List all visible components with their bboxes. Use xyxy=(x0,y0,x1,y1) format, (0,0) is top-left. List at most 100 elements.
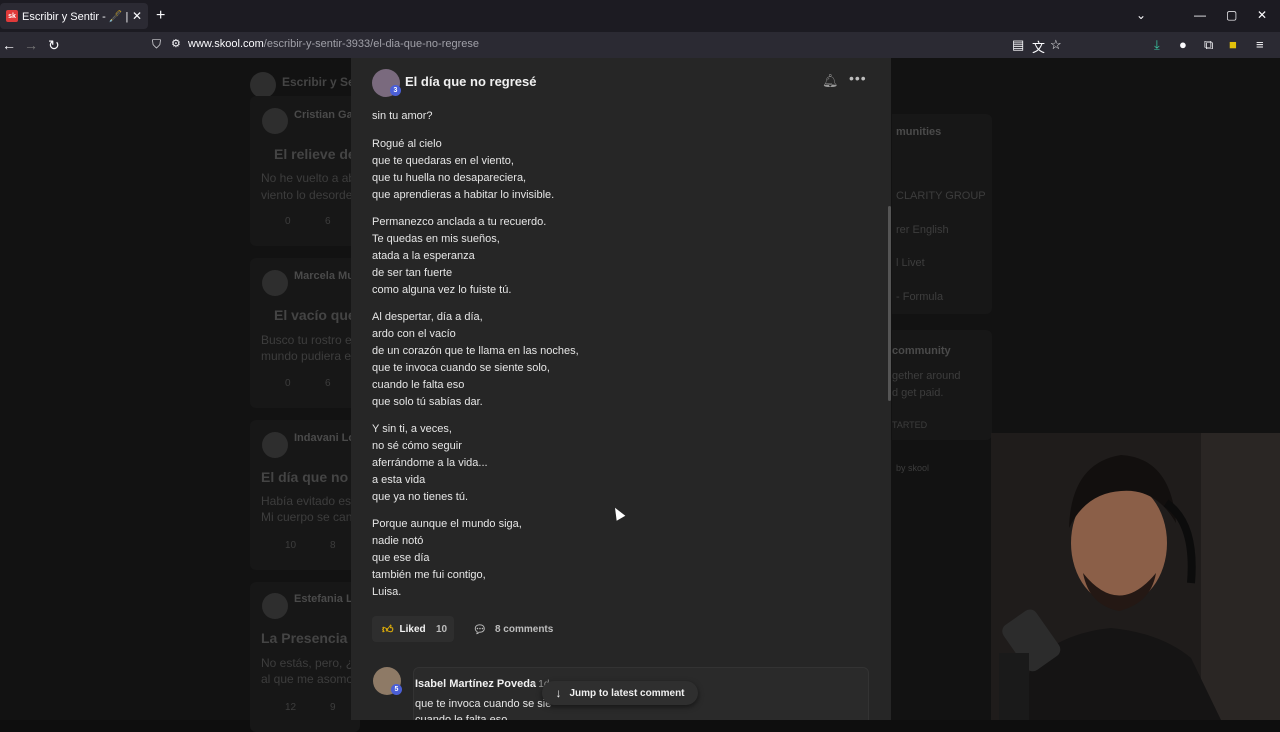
url-path: /escribir-y-sentir-3933/el-dia-que-no-re… xyxy=(263,38,479,50)
community-text: d get paid. xyxy=(892,387,944,399)
skool-favicon-icon: sk xyxy=(6,10,18,22)
poem-line: a esta vida xyxy=(372,474,426,486)
post-header: 3 El día que no regresé 🔔︎ ••• xyxy=(351,58,891,106)
account-icon[interactable]: ● xyxy=(1179,37,1187,52)
avatar xyxy=(262,270,288,296)
avatar xyxy=(262,432,288,458)
post-author: Estefania Lo xyxy=(294,593,360,605)
level-badge: 5 xyxy=(391,684,402,695)
group-logo xyxy=(250,72,276,98)
poem-line: Rogué al cielo xyxy=(372,138,442,150)
post-excerpt: Había evitado esc xyxy=(261,494,358,508)
jump-to-latest-button[interactable]: ↓ Jump to latest comment xyxy=(542,681,698,705)
comments-link[interactable]: 💬︎ 8 comments xyxy=(473,623,553,636)
comment-icon: 💬︎ xyxy=(473,624,487,636)
post-likes: 12 xyxy=(285,702,297,713)
reader-view-icon[interactable]: ▤ xyxy=(1012,37,1024,53)
avatar xyxy=(262,593,288,619)
reload-icon[interactable]: ↻ xyxy=(48,37,60,54)
get-started-button: TARTED xyxy=(892,420,928,430)
poem-line: también me fui contigo, xyxy=(372,569,486,581)
post-title: La Presencia d xyxy=(261,630,360,646)
jump-label: Jump to latest comment xyxy=(569,687,685,699)
poem-line: que solo tú sabías dar. xyxy=(372,396,483,408)
post-excerpt: viento lo desorder xyxy=(261,188,357,202)
translate-icon[interactable]: 文 xyxy=(1032,37,1045,56)
arrow-down-icon: ↓ xyxy=(555,686,562,700)
bell-icon[interactable]: 🔔︎ xyxy=(822,73,839,89)
post-likes: 0 xyxy=(285,216,291,227)
poem-line: Porque aunque el mundo siga, xyxy=(372,518,522,530)
post-excerpt: Mi cuerpo se cans xyxy=(261,510,359,524)
tune-icon[interactable]: ⚙ xyxy=(171,37,181,50)
menu-icon[interactable]: ≡ xyxy=(1256,37,1264,52)
scrollbar[interactable] xyxy=(888,206,891,401)
list-tabs-icon[interactable]: ⌄ xyxy=(1136,8,1146,22)
new-tab-icon[interactable]: + xyxy=(156,7,165,25)
poem-line: sin tu amor? xyxy=(372,110,433,122)
poem-line: Luisa. xyxy=(372,586,402,598)
webcam-overlay xyxy=(991,433,1280,720)
maximize-icon[interactable]: ▢ xyxy=(1226,8,1237,22)
shield-icon[interactable]: ⛉ xyxy=(152,37,161,52)
poem-line: de un corazón que te llama en las noches… xyxy=(372,345,579,357)
like-label: Liked xyxy=(399,623,426,635)
post-excerpt: mundo pudiera en xyxy=(261,349,358,363)
community-header: community xyxy=(892,345,951,357)
comment-line: que te invoca cuando se sie xyxy=(415,698,552,710)
poem-line: que te invoca cuando se siente solo, xyxy=(372,362,550,374)
forward-icon[interactable]: → xyxy=(24,37,38,53)
poem-line: no sé cómo seguir xyxy=(372,440,462,452)
post-excerpt: al que me asomo xyxy=(261,672,354,686)
more-options-icon[interactable]: ••• xyxy=(849,70,867,86)
group-name: Escribir y Se xyxy=(282,75,355,89)
url-field[interactable]: www.skool.com/escribir-y-sentir-3933/el-… xyxy=(188,38,479,50)
minimize-icon[interactable]: — xyxy=(1194,8,1206,22)
poem-line: cuando le falta eso xyxy=(372,379,465,391)
avatar xyxy=(262,108,288,134)
level-badge: 3 xyxy=(390,85,401,96)
post-excerpt: No estás, pero, ¿y xyxy=(261,656,360,670)
close-tab-icon[interactable]: ✕ xyxy=(132,9,142,23)
download-icon[interactable]: ⤓ xyxy=(1154,37,1160,53)
post-comments: 6 xyxy=(325,378,331,389)
tab-bar: sk Escribir y Sentir - 🖋️ | Dinámica ✕ +… xyxy=(0,0,1280,32)
post-title: El vacío que xyxy=(274,307,356,323)
comment-line: cuando le falta eso xyxy=(415,714,508,720)
poem-line: que te quedaras en el viento, xyxy=(372,155,514,167)
sidebar-communities xyxy=(892,114,992,314)
poem-line: de ser tan fuerte xyxy=(372,267,453,279)
sidebar-item: l Livet xyxy=(896,257,925,269)
comment-text: que te invoca cuando se sie cuando le fa… xyxy=(415,696,551,720)
poem-line: Te quedas en mis sueños, xyxy=(372,233,500,245)
sidebar-item: rer English xyxy=(896,224,949,236)
presenter-video xyxy=(991,433,1280,720)
poem-line: como alguna vez lo fuiste tú. xyxy=(372,284,512,296)
post-comments: 6 xyxy=(325,216,331,227)
nav-bar: ← → ↻ ⛉ ⚙ www.skool.com/escribir-y-senti… xyxy=(0,32,1280,58)
post-title: El día que no r xyxy=(261,469,358,485)
poem-line: que aprendieras a habitar lo invisible. xyxy=(372,189,555,201)
back-icon[interactable]: ← xyxy=(2,37,16,53)
powered-by: by skool xyxy=(896,463,930,473)
bookmark-star-icon[interactable]: ☆ xyxy=(1050,37,1062,53)
poem-line: que ese día xyxy=(372,552,430,564)
extension-r-icon[interactable]: ■ xyxy=(1229,37,1237,52)
url-domain: www.skool.com xyxy=(188,38,264,50)
poem-line: Al despertar, día a día, xyxy=(372,311,483,323)
post-title: El día que no regresé xyxy=(405,74,537,89)
community-text: gether around xyxy=(892,370,961,382)
tab-active[interactable]: sk Escribir y Sentir - 🖋️ | Dinámica ✕ xyxy=(0,3,148,29)
extensions-icon[interactable]: ⧉ xyxy=(1204,37,1213,53)
post-author: Marcela Mu xyxy=(294,270,354,282)
sidebar-item: - Formula xyxy=(896,291,944,303)
post-excerpt: No he vuelto a abr xyxy=(261,171,360,185)
like-count: 10 xyxy=(436,624,448,635)
post-author: Indavani Lo xyxy=(294,432,356,444)
commenter-name[interactable]: Isabel Martínez Poveda xyxy=(415,678,536,690)
poem-line: ardo con el vacío xyxy=(372,328,456,340)
close-window-icon[interactable]: ✕ xyxy=(1257,8,1267,22)
poem-line: que tu huella no desapareciera, xyxy=(372,172,527,184)
post-comments: 9 xyxy=(330,702,336,713)
post-excerpt: Busco tu rostro en xyxy=(261,333,359,347)
